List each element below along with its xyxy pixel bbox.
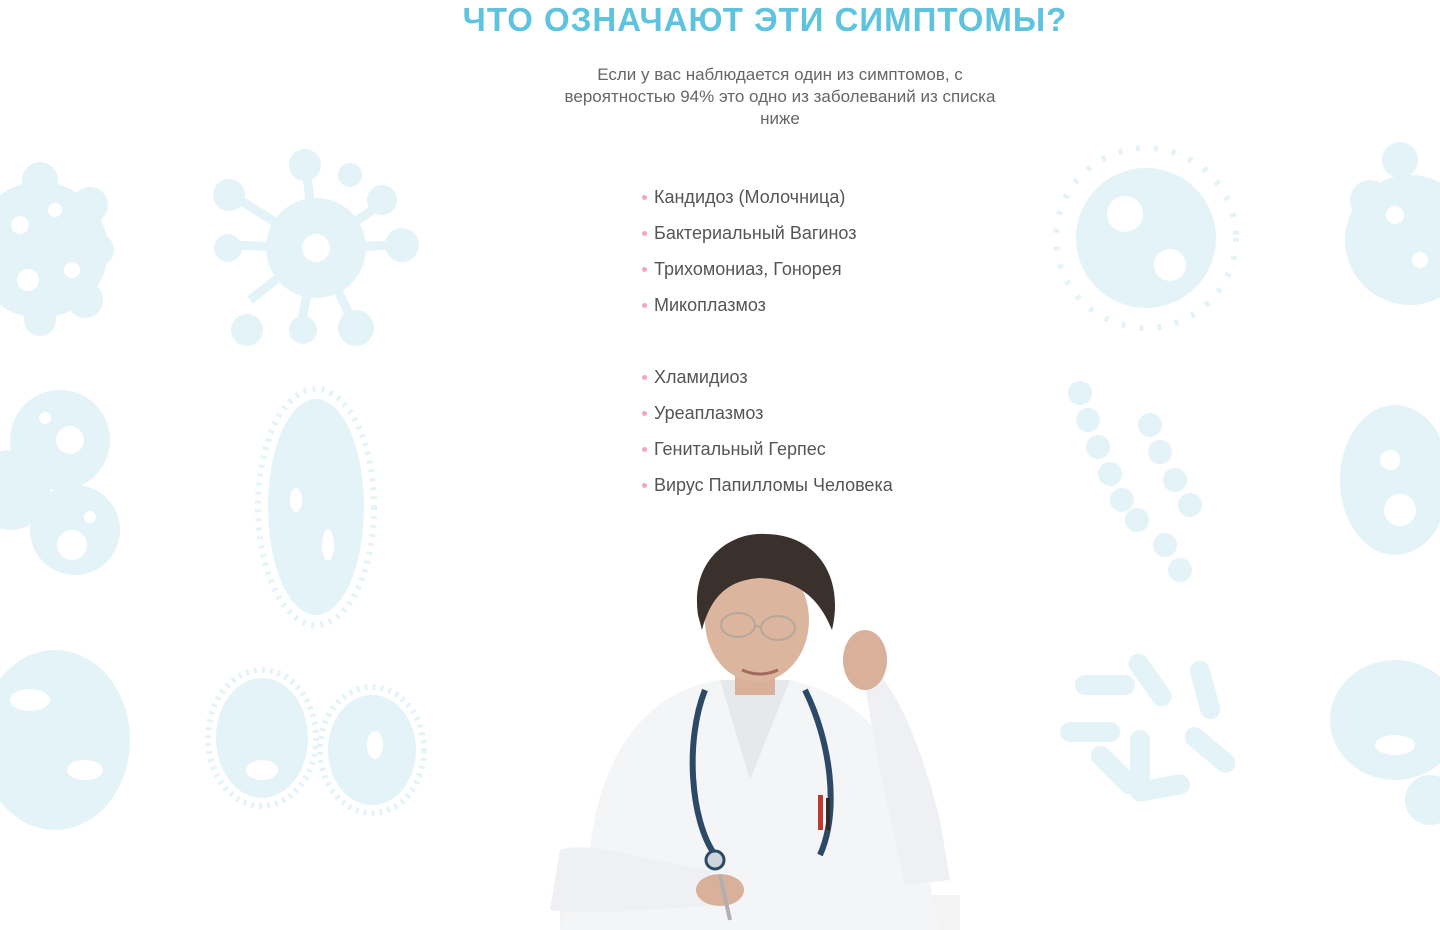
- list-item: Уреаплазмоз: [640, 400, 893, 436]
- section-subtitle: Если у вас наблюдается один из симптомов…: [564, 65, 996, 128]
- amoeba-icon: [1340, 405, 1440, 555]
- disease-label: Генитальный Герпес: [654, 439, 826, 459]
- disease-label: Хламидиоз: [654, 367, 748, 387]
- list-item: Кандидоз (Молочница): [640, 184, 893, 220]
- bullet-dot-icon: [642, 483, 647, 488]
- disease-label: Бактериальный Вагиноз: [654, 223, 857, 243]
- page: ЧТО ОЗНАЧАЮТ ЭТИ СИМПТОМЫ? Если у вас на…: [0, 0, 1440, 930]
- disease-label: Микоплазмоз: [654, 295, 766, 315]
- bullet-dot-icon: [642, 195, 647, 200]
- disease-label: Кандидоз (Молочница): [654, 187, 846, 207]
- doctor-photo: [550, 533, 960, 930]
- microbe-icon: [0, 162, 114, 336]
- list-item: Трихомониаз, Гонорея: [640, 256, 893, 292]
- bullet-dot-icon: [642, 447, 647, 452]
- page-title: ЧТО ОЗНАЧАЮТ ЭТИ СИМПТОМЫ?: [462, 1, 1068, 38]
- disease-label: Трихомониаз, Гонорея: [654, 259, 842, 279]
- bullet-dot-icon: [642, 231, 647, 236]
- list-item: Бактериальный Вагиноз: [640, 220, 893, 256]
- spiky-cell-icon: [205, 667, 427, 816]
- disease-label: Вирус Папилломы Человека: [654, 475, 893, 495]
- chain-bacteria-icon: [1068, 381, 1202, 582]
- bullet-dot-icon: [642, 303, 647, 308]
- bullet-dot-icon: [642, 267, 647, 272]
- bullet-dot-icon: [642, 375, 647, 380]
- disease-list: Кандидоз (Молочница) Бактериальный Вагин…: [640, 184, 893, 508]
- disease-label: Уреаплазмоз: [654, 403, 764, 423]
- sun-virus-icon: [1053, 145, 1239, 331]
- bullet-dot-icon: [642, 411, 647, 416]
- paramecium-icon: [255, 386, 377, 628]
- list-item: Хламидиоз: [640, 364, 893, 400]
- rod-bacteria-icon: [1060, 653, 1236, 802]
- list-item: Вирус Папилломы Человека: [640, 472, 893, 508]
- list-item: Микоплазмоз: [640, 292, 893, 328]
- list-item: Генитальный Герпес: [640, 436, 893, 472]
- bacteria-icon: [0, 650, 130, 830]
